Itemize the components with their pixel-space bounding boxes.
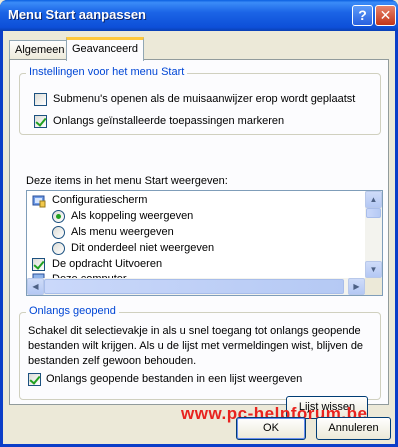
control-panel-icon bbox=[32, 195, 46, 208]
radio-niet-weergeven[interactable] bbox=[52, 242, 65, 255]
radio-label-als-menu: Als menu weergeven bbox=[71, 226, 174, 238]
help-icon: ? bbox=[358, 7, 367, 23]
tab-geavanceerd[interactable]: Geavanceerd bbox=[66, 37, 145, 61]
highlight-new-apps-checkbox[interactable] bbox=[34, 115, 47, 128]
submenu-hover-checkbox[interactable] bbox=[34, 93, 47, 106]
recent-group-title: Onlangs geopend bbox=[26, 305, 119, 317]
title-bar[interactable]: Menu Start aanpassen ? ✕ bbox=[0, 0, 398, 31]
uitvoeren-label: De opdracht Uitvoeren bbox=[52, 258, 163, 270]
recent-files-checkbox[interactable] bbox=[28, 373, 41, 386]
submenu-hover-label: Submenu's openen als de muisaanwijzer er… bbox=[53, 93, 356, 105]
vertical-scroll-thumb[interactable] bbox=[366, 208, 381, 218]
dialog-client-area: Algemeen Geavanceerd Instellingen voor h… bbox=[3, 31, 395, 444]
recent-group-description: Schakel dit selectievakje in als u snel … bbox=[28, 325, 364, 367]
scroll-down-arrow-icon[interactable]: ▼ bbox=[365, 261, 382, 278]
help-button[interactable]: ? bbox=[352, 5, 373, 26]
tab-algemeen[interactable]: Algemeen bbox=[9, 40, 71, 60]
settings-group-title: Instellingen voor het menu Start bbox=[26, 66, 188, 78]
scroll-right-arrow-icon[interactable]: ▶ bbox=[348, 278, 365, 295]
close-button[interactable]: ✕ bbox=[375, 5, 396, 26]
settings-group: Instellingen voor het menu Start Submenu… bbox=[19, 66, 381, 135]
horizontal-scroll-thumb[interactable] bbox=[44, 279, 344, 294]
uitvoeren-checkbox[interactable] bbox=[32, 258, 45, 271]
items-list-heading: Deze items in het menu Start weergeven: bbox=[26, 175, 228, 187]
window-title: Menu Start aanpassen bbox=[8, 7, 146, 22]
tab-label: Geavanceerd bbox=[72, 43, 139, 55]
cancel-button[interactable]: Annuleren bbox=[316, 417, 391, 440]
recent-files-label: Onlangs geopende bestanden in een lijst … bbox=[46, 373, 303, 385]
scroll-up-arrow-icon[interactable]: ▲ bbox=[365, 191, 382, 208]
radio-als-koppeling[interactable] bbox=[52, 210, 65, 223]
tab-label: Algemeen bbox=[15, 44, 65, 56]
list-item-configuratiescherm: Configuratiescherm bbox=[52, 194, 148, 206]
highlight-new-apps-label: Onlangs geïnstalleerde toepassingen mark… bbox=[53, 115, 285, 127]
scrollbar-corner bbox=[365, 278, 382, 295]
radio-label-als-koppeling: Als koppeling weergeven bbox=[71, 210, 194, 222]
scroll-left-arrow-icon[interactable]: ◀ bbox=[27, 278, 44, 295]
radio-label-niet-weergeven: Dit onderdeel niet weergeven bbox=[71, 242, 215, 254]
horizontal-scrollbar[interactable]: ◀ ▶ bbox=[27, 278, 365, 295]
start-menu-items-list[interactable]: Configuratiescherm Als koppeling weergev… bbox=[26, 190, 383, 296]
close-icon: ✕ bbox=[379, 7, 392, 23]
recent-documents-group: Onlangs geopend Schakel dit selectievakj… bbox=[19, 305, 381, 400]
tab-panel-geavanceerd: Instellingen voor het menu Start Submenu… bbox=[9, 59, 389, 419]
radio-als-menu[interactable] bbox=[52, 226, 65, 239]
dialog-window: Menu Start aanpassen ? ✕ Algemeen Geavan… bbox=[0, 0, 398, 447]
ok-button[interactable]: OK bbox=[236, 417, 306, 440]
vertical-scrollbar[interactable]: ▲ ▼ bbox=[365, 191, 382, 278]
